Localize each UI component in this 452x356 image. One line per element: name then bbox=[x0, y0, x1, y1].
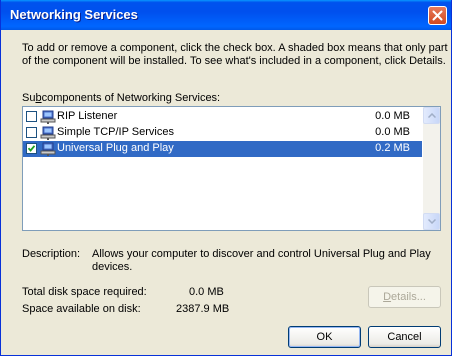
ok-button[interactable]: OK bbox=[288, 326, 361, 348]
network-computer-icon bbox=[40, 126, 56, 140]
description-text-line-1: Allows your computer to discover and con… bbox=[92, 248, 431, 260]
component-size: 0.2 MB bbox=[375, 142, 410, 154]
checkmark-icon bbox=[28, 145, 35, 152]
simple-tcpip-checkbox[interactable] bbox=[26, 127, 37, 138]
rip-listener-checkbox[interactable] bbox=[26, 111, 37, 122]
list-item-rip-listener[interactable]: RIP Listener 0.0 MB bbox=[23, 109, 422, 125]
description-label: Description: bbox=[22, 248, 81, 260]
component-size: 0.0 MB bbox=[375, 126, 410, 138]
close-button[interactable] bbox=[428, 6, 447, 25]
window-title: Networking Services bbox=[10, 7, 138, 22]
chevron-up-icon bbox=[428, 113, 436, 118]
component-name: Universal Plug and Play bbox=[57, 142, 174, 154]
networking-services-dialog: Networking Services To add or remove a c… bbox=[0, 0, 452, 356]
component-name: RIP Listener bbox=[57, 110, 118, 122]
details-button[interactable]: Details... bbox=[368, 286, 441, 308]
component-name: Simple TCP/IP Services bbox=[57, 126, 174, 138]
space-available-label: Space available on disk: bbox=[22, 303, 141, 315]
cancel-button[interactable]: Cancel bbox=[368, 326, 441, 348]
network-computer-icon bbox=[40, 142, 56, 156]
network-computer-icon bbox=[40, 110, 56, 124]
close-icon bbox=[432, 10, 443, 21]
universal-plug-and-play-checkbox[interactable] bbox=[26, 143, 37, 154]
chevron-down-icon bbox=[428, 219, 436, 224]
intro-text-line-2: of the component will be installed. To s… bbox=[22, 55, 446, 67]
vertical-scrollbar[interactable] bbox=[423, 107, 440, 230]
description-text-line-2: devices. bbox=[92, 261, 133, 273]
scroll-down-button[interactable] bbox=[423, 213, 440, 230]
total-disk-space-value: 0.0 MB bbox=[189, 286, 224, 298]
total-disk-space-label: Total disk space required: bbox=[22, 286, 147, 298]
subcomponents-list[interactable]: RIP Listener 0.0 MB Simple TCP/IP Servic… bbox=[22, 106, 441, 231]
space-available-value: 2387.9 MB bbox=[176, 303, 230, 315]
component-size: 0.0 MB bbox=[375, 110, 410, 122]
intro-text-line-1: To add or remove a component, click the … bbox=[22, 42, 448, 54]
title-bar[interactable]: Networking Services bbox=[1, 0, 451, 30]
list-item-simple-tcpip-services[interactable]: Simple TCP/IP Services 0.0 MB bbox=[23, 125, 422, 141]
subcomponents-label: Subcomponents of Networking Services: bbox=[22, 92, 221, 104]
list-item-universal-plug-and-play[interactable]: Universal Plug and Play 0.2 MB bbox=[23, 141, 422, 157]
scroll-up-button[interactable] bbox=[423, 107, 440, 124]
